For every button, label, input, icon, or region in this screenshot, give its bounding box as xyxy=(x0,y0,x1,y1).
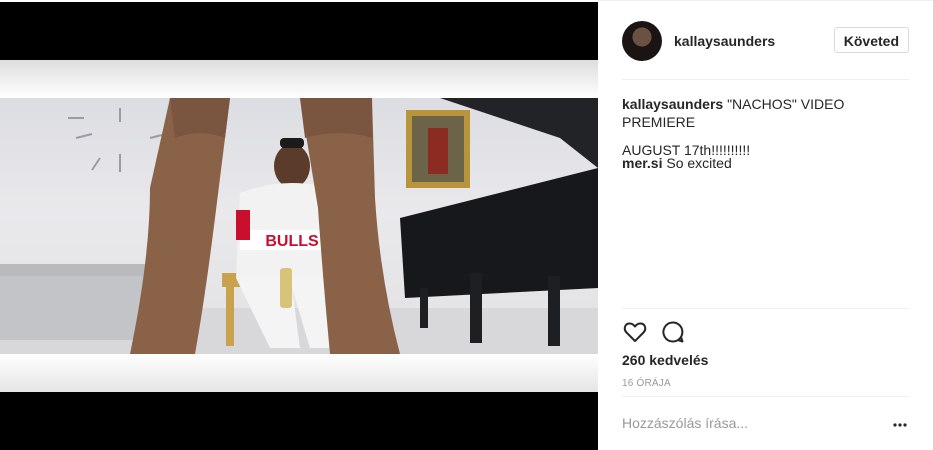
letterbox-bottom xyxy=(0,354,598,392)
actions-divider xyxy=(622,308,909,309)
scene-illustration: BULLS xyxy=(0,98,598,354)
following-button[interactable]: Követed xyxy=(833,27,909,53)
video-frame: BULLS xyxy=(0,60,598,392)
comment-divider xyxy=(622,396,909,397)
post-timestamp[interactable]: 16 ÓRÁJA xyxy=(622,378,671,389)
comment-input[interactable]: Hozzászólás írása... xyxy=(622,415,748,431)
media-top-border xyxy=(0,0,598,2)
more-options-icon[interactable] xyxy=(892,415,908,431)
comment-item: mer.si So excited xyxy=(622,154,909,172)
post-media[interactable]: BULLS xyxy=(0,0,598,450)
avatar[interactable] xyxy=(622,21,662,61)
caption-author[interactable]: kallaysaunders xyxy=(622,96,723,112)
letterbox-top xyxy=(0,60,598,98)
comment-username[interactable]: mer.si xyxy=(622,155,662,171)
post-caption: kallaysaunders "NACHOS" VIDEO PREMIERE A… xyxy=(622,95,909,159)
comment-text: So excited xyxy=(666,155,732,171)
video-scene: BULLS xyxy=(0,98,598,354)
post-panel: kallaysaunders Követed kallaysaunders "N… xyxy=(598,0,933,450)
like-count[interactable]: 260 kedvelés xyxy=(622,352,708,368)
post-username[interactable]: kallaysaunders xyxy=(674,33,775,49)
header-divider xyxy=(622,79,909,80)
post-header: kallaysaunders Követed xyxy=(622,21,909,61)
comment-icon[interactable] xyxy=(660,319,686,345)
heart-icon[interactable] xyxy=(622,319,648,345)
jersey-text: BULLS xyxy=(265,233,319,250)
